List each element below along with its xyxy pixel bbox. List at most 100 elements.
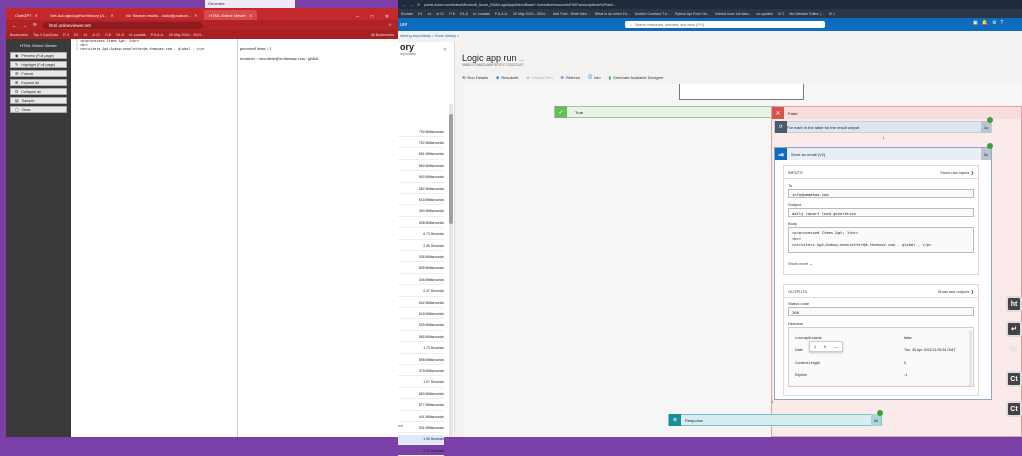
preview-full-page-button[interactable]: ◉ Preview (Full page) <box>10 52 67 59</box>
star-icon[interactable]: ☆ <box>388 22 392 28</box>
history-row[interactable]: 446 Milliseconds <box>398 275 444 286</box>
history-row[interactable]: 618 Milliseconds <box>398 309 444 320</box>
bookmark-item[interactable]: Ecolare <box>401 12 413 16</box>
bookmark-item[interactable]: IX 2 <box>778 12 784 16</box>
bookmark-item[interactable]: r4 .cuartas <box>129 33 146 37</box>
bookmark-item[interactable]: Indeed scan full data... <box>715 12 751 16</box>
bookmark-item[interactable]: P.A.A.A. <box>495 12 508 16</box>
history-row[interactable]: 2.36 Seconds <box>398 241 444 251</box>
bookmark-item[interactable]: Top 3 CyclCraw <box>33 33 58 37</box>
close-icon[interactable]: ✕ <box>35 13 38 18</box>
forward-icon[interactable]: → <box>410 3 414 7</box>
foreach-card[interactable]: ⟳ Send an email (V2) For each in the tab… <box>774 121 992 133</box>
bookmark-item[interactable]: Andere Contract T.e... <box>635 12 670 16</box>
forward-icon[interactable]: → <box>23 23 28 28</box>
history-row[interactable]: 1.94 Seconds <box>398 434 444 445</box>
bookmark-all[interactable]: All Bookmarks <box>371 33 394 37</box>
bookmark-item[interactable]: Π 8 <box>105 33 111 37</box>
clip-item[interactable]: Ct <box>1006 371 1022 387</box>
history-row[interactable]: 898 Milliseconds <box>398 355 444 365</box>
sample-button[interactable]: ▤ Sample <box>10 97 67 104</box>
bookmark-item[interactable]: O1-8 <box>460 12 468 16</box>
html-code-editor[interactable]: 1 <p>processed Items &gt; 1<br> 2 <br> 3 re… <box>71 39 238 437</box>
azure-header-icons[interactable]: ▣🔔⚙? <box>973 20 1007 26</box>
true-branch[interactable]: ✓ True <box>554 106 774 118</box>
history-row[interactable]: 2.15 Seconds <box>398 446 444 456</box>
bookmark-item[interactable]: E1 <box>418 12 422 16</box>
history-row[interactable]: 1.07 Seconds <box>398 378 444 388</box>
format-button[interactable]: ☰ Format <box>10 70 67 77</box>
info-button[interactable]: ⓘ Info <box>588 74 601 80</box>
clip-item[interactable]: [C <box>1006 342 1022 358</box>
headers-scrollbar[interactable] <box>969 330 972 386</box>
clear-button[interactable]: ▢ Clear <box>10 106 67 113</box>
show-raw-inputs-link[interactable]: Show raw inputs ❯ <box>940 170 974 175</box>
history-row[interactable]: 577 Milliseconds <box>398 401 444 411</box>
bookmark-item[interactable]: 30 May 2024 - 2024... <box>169 33 204 37</box>
azure-search-input[interactable]: ⌕ Search resources, services, and docs (… <box>625 21 825 28</box>
history-row[interactable]: 650 Milliseconds <box>398 389 444 400</box>
popup-item[interactable]: 0 <box>824 344 826 349</box>
history-row[interactable]: 441 Milliseconds <box>398 412 444 422</box>
history-row[interactable]: 794 Milliseconds <box>398 127 444 137</box>
status-code-field[interactable]: 200 <box>788 307 974 316</box>
bookmark-item[interactable]: E1 <box>74 33 78 37</box>
history-row[interactable]: 1.73 Seconds <box>398 344 444 354</box>
response-card[interactable]: ⊕ Response 0s <box>668 414 882 426</box>
history-row[interactable]: 542 Milliseconds <box>398 298 444 308</box>
popup-item[interactable]: — <box>834 344 838 349</box>
bookmark-item[interactable]: O1-8 <box>116 33 124 37</box>
history-row[interactable]: 2.47 Seconds <box>398 287 444 297</box>
run-details-button[interactable]: ⟲ Run Details <box>462 74 488 80</box>
close-icon[interactable]: ✕ <box>194 13 197 18</box>
close-icon[interactable]: ✕ <box>249 13 252 18</box>
bookmark-item[interactable]: co.opdatin <box>756 12 773 16</box>
collapse-all-button[interactable]: ⊟ Collapse all <box>10 88 67 95</box>
history-row[interactable]: 682 Milliseconds <box>398 184 444 194</box>
bookmark-item[interactable]: Add Post - Write blee... <box>553 12 590 16</box>
bookmark-item[interactable]: Π 8 <box>449 12 455 16</box>
history-row[interactable]: 531 Milliseconds <box>398 423 444 434</box>
bookmark-item[interactable]: Bookmarks <box>10 33 28 37</box>
bookmark-item[interactable]: x1 <box>428 12 432 16</box>
close-icon[interactable]: ✕ <box>110 13 113 18</box>
history-row[interactable]: 538 Milliseconds <box>398 218 444 229</box>
history-row[interactable]: 752 Milliseconds <box>398 138 444 149</box>
tab-html-online-viewer[interactable]: HTML Online Viewer ✕ <box>204 10 258 20</box>
subject-field[interactable]: daily report lead generation <box>788 208 974 217</box>
resubmit-button[interactable]: ⊕ Resubmit <box>496 74 518 80</box>
bookmark-item[interactable]: 30 May 2024 - 2024... <box>513 12 548 16</box>
show-raw-outputs-link[interactable]: Show raw outputs ❯ <box>938 289 974 294</box>
bookmark-item[interactable]: P.A.A.A. <box>151 33 164 37</box>
history-row[interactable]: 515 Milliseconds <box>398 195 444 206</box>
clip-item[interactable]: ht <box>1006 296 1022 312</box>
designer-canvas[interactable]: ✓ True ✕ False ⟳ Send an email (V2) For … <box>464 84 1022 437</box>
tab-get-azlogicapp[interactable]: Get-AzLogicAppRunHistory (A... ✕ <box>45 10 119 20</box>
reload-icon[interactable]: ⟳ <box>33 22 37 28</box>
tab-search-results[interactable]: r/d: Search results - ololo@product... ✕ <box>121 10 203 20</box>
history-row[interactable]: 540 Milliseconds <box>398 173 444 183</box>
history-row[interactable]: 565 Milliseconds <box>398 332 444 343</box>
bookmark-item[interactable]: r4 .cuartas <box>473 12 490 16</box>
history-row[interactable]: 805 Milliseconds <box>398 264 444 274</box>
load-more-link[interactable]: ore <box>398 424 403 428</box>
history-row[interactable]: 494 Milliseconds <box>398 207 444 217</box>
refresh-button[interactable]: ⟳ Refresh <box>561 74 580 80</box>
history-row[interactable]: 539 Milliseconds <box>398 321 444 331</box>
cancel-run-button[interactable]: ⊘ Cancel Run <box>526 74 552 80</box>
bookmark-item[interactable]: Mo Website Editor |... <box>789 12 823 16</box>
bookmark-item[interactable]: ol 21 <box>436 12 444 16</box>
expand-all-button[interactable]: ⊞ Expand all <box>10 79 67 86</box>
back-icon[interactable]: ← <box>12 23 17 28</box>
designer-button[interactable]: ▮ Generate Available Designer <box>609 74 664 80</box>
history-row[interactable]: 6.73 Seconds <box>398 230 444 240</box>
bookmark-item[interactable]: R X <box>63 33 69 37</box>
history-scrollbar[interactable] <box>449 104 453 437</box>
show-more-link[interactable]: Show more ⌄ <box>788 261 813 266</box>
history-row[interactable]: 478 Milliseconds <box>398 366 444 377</box>
reload-icon[interactable]: ⟳ <box>417 3 420 7</box>
parent-action-card[interactable] <box>679 84 804 100</box>
bookmark-item[interactable]: IX 1 <box>829 12 835 16</box>
history-row[interactable]: 561 Milliseconds <box>398 150 444 160</box>
highlight-full-page-button[interactable]: ✎ Highlight (Full page) <box>10 61 67 68</box>
